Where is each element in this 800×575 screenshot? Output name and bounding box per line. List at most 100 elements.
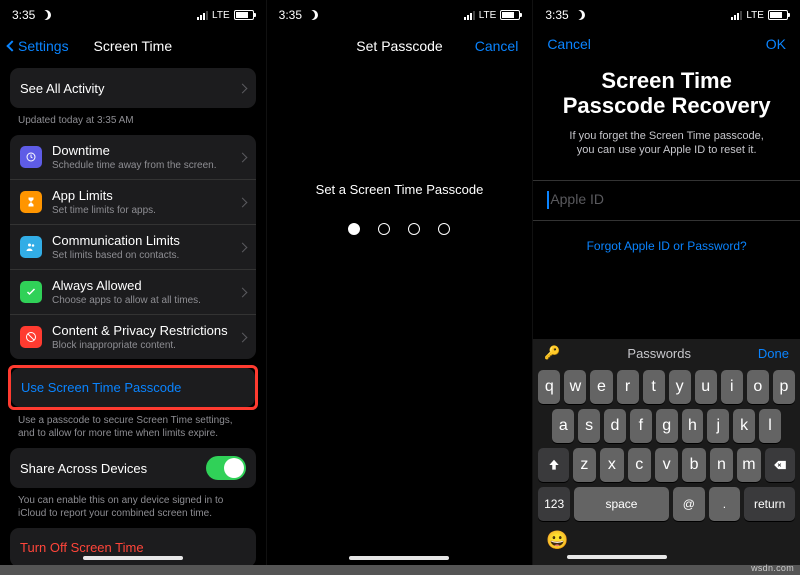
downtime-icon [20,146,42,168]
share-across-devices-row[interactable]: Share Across Devices [10,448,256,488]
signal-icon [464,11,475,20]
backspace-key[interactable] [765,448,795,482]
key-r[interactable]: r [617,370,639,404]
battery-icon [500,10,520,20]
checkmark-icon [20,281,42,303]
keyboard-row-3: z x c v b n m [538,448,795,482]
home-indicator[interactable] [349,556,449,560]
numbers-key[interactable]: 123 [538,487,570,521]
key-o[interactable]: o [747,370,769,404]
status-bar: 3:35 LTE [0,0,266,30]
ok-button[interactable]: OK [766,36,786,52]
home-indicator[interactable] [83,556,183,560]
app-limits-row[interactable]: App LimitsSet time limits for apps. [10,180,256,225]
recovery-body: If you forget the Screen Time passcode, … [553,129,780,159]
nav-bar: Set Passcode Cancel [267,30,533,62]
passcode-dots [348,223,450,235]
do-not-disturb-icon [308,10,318,20]
chevron-right-icon [237,242,247,252]
battery-icon [768,10,788,20]
see-all-activity-label: See All Activity [20,81,239,96]
screen-time-settings-panel: 3:35 LTE Settings Screen Time See All Ac… [0,0,267,565]
space-key[interactable]: space [574,487,669,521]
chevron-left-icon [6,40,17,51]
text-cursor [547,191,549,209]
nav-bar: Cancel OK [533,30,800,58]
status-network: LTE [479,10,497,21]
passwords-button[interactable]: Passwords [627,346,691,361]
see-all-activity-row[interactable]: See All Activity [10,68,256,108]
back-button[interactable]: Settings [8,38,69,54]
passcode-dot-4 [438,223,450,235]
key-e[interactable]: e [590,370,612,404]
key-m[interactable]: m [737,448,760,482]
key-i[interactable]: i [721,370,743,404]
chevron-right-icon [237,152,247,162]
keyboard: 🔑 Passwords Done q w e r t y u i o p a s… [533,339,800,565]
dot-key[interactable]: . [709,487,741,521]
chevron-right-icon [237,83,247,93]
key-n[interactable]: n [710,448,733,482]
key-t[interactable]: t [643,370,665,404]
key-l[interactable]: l [759,409,781,443]
home-indicator[interactable] [567,555,667,559]
key-z[interactable]: z [573,448,596,482]
passcode-dot-2 [378,223,390,235]
key-q[interactable]: q [538,370,560,404]
keyboard-row-1: q w e r t y u i o p [538,370,795,404]
passcode-caption: Use a passcode to secure Screen Time set… [18,414,248,440]
status-bar: 3:35 LTE [267,0,533,30]
page-title: Screen Time [94,38,173,54]
key-f[interactable]: f [630,409,652,443]
key-p[interactable]: p [773,370,795,404]
chevron-right-icon [237,332,247,342]
highlight-annotation: Use Screen Time Passcode [8,365,258,410]
do-not-disturb-icon [41,10,51,20]
apple-id-field[interactable]: Apple ID [533,180,800,220]
cancel-button[interactable]: Cancel [475,38,519,54]
at-key[interactable]: @ [673,487,705,521]
key-u[interactable]: u [695,370,717,404]
signal-icon [731,11,742,20]
key-a[interactable]: a [552,409,574,443]
signal-icon [197,11,208,20]
status-bar: 3:35 LTE [533,0,800,30]
done-button[interactable]: Done [758,346,789,361]
forgot-link[interactable]: Forgot Apple ID or Password? [533,221,800,271]
key-k[interactable]: k [733,409,755,443]
back-label: Settings [18,38,69,54]
passcode-prompt-label: Set a Screen Time Passcode [316,182,484,197]
downtime-row[interactable]: DowntimeSchedule time away from the scre… [10,135,256,180]
status-time: 3:35 [279,8,302,22]
key-x[interactable]: x [600,448,623,482]
page-title: Set Passcode [356,38,442,54]
key-v[interactable]: v [655,448,678,482]
key-d[interactable]: d [604,409,626,443]
key-h[interactable]: h [682,409,704,443]
status-network: LTE [746,10,764,21]
key-icon[interactable]: 🔑 [544,345,560,361]
share-toggle[interactable] [206,456,246,480]
passcode-dot-1 [348,223,360,235]
cancel-button[interactable]: Cancel [547,36,591,52]
limits-section: DowntimeSchedule time away from the scre… [10,135,256,359]
keyboard-row-4: 123 space @ . return [538,487,795,521]
content-privacy-row[interactable]: Content & Privacy RestrictionsBlock inap… [10,315,256,359]
return-key[interactable]: return [744,487,795,521]
key-s[interactable]: s [578,409,600,443]
key-g[interactable]: g [656,409,678,443]
key-y[interactable]: y [669,370,691,404]
key-c[interactable]: c [628,448,651,482]
communication-limits-row[interactable]: Communication LimitsSet limits based on … [10,225,256,270]
key-b[interactable]: b [682,448,705,482]
shift-key[interactable] [538,448,568,482]
no-entry-icon [20,326,42,348]
chevron-right-icon [237,287,247,297]
always-allowed-row[interactable]: Always AllowedChoose apps to allow at al… [10,270,256,315]
emoji-key[interactable]: 😀 [546,530,568,550]
updated-caption: Updated today at 3:35 AM [18,114,248,127]
set-passcode-panel: 3:35 LTE Set Passcode Cancel Set a Scree… [267,0,534,565]
key-w[interactable]: w [564,370,586,404]
use-screen-time-passcode-button[interactable]: Use Screen Time Passcode [11,368,255,407]
key-j[interactable]: j [707,409,729,443]
